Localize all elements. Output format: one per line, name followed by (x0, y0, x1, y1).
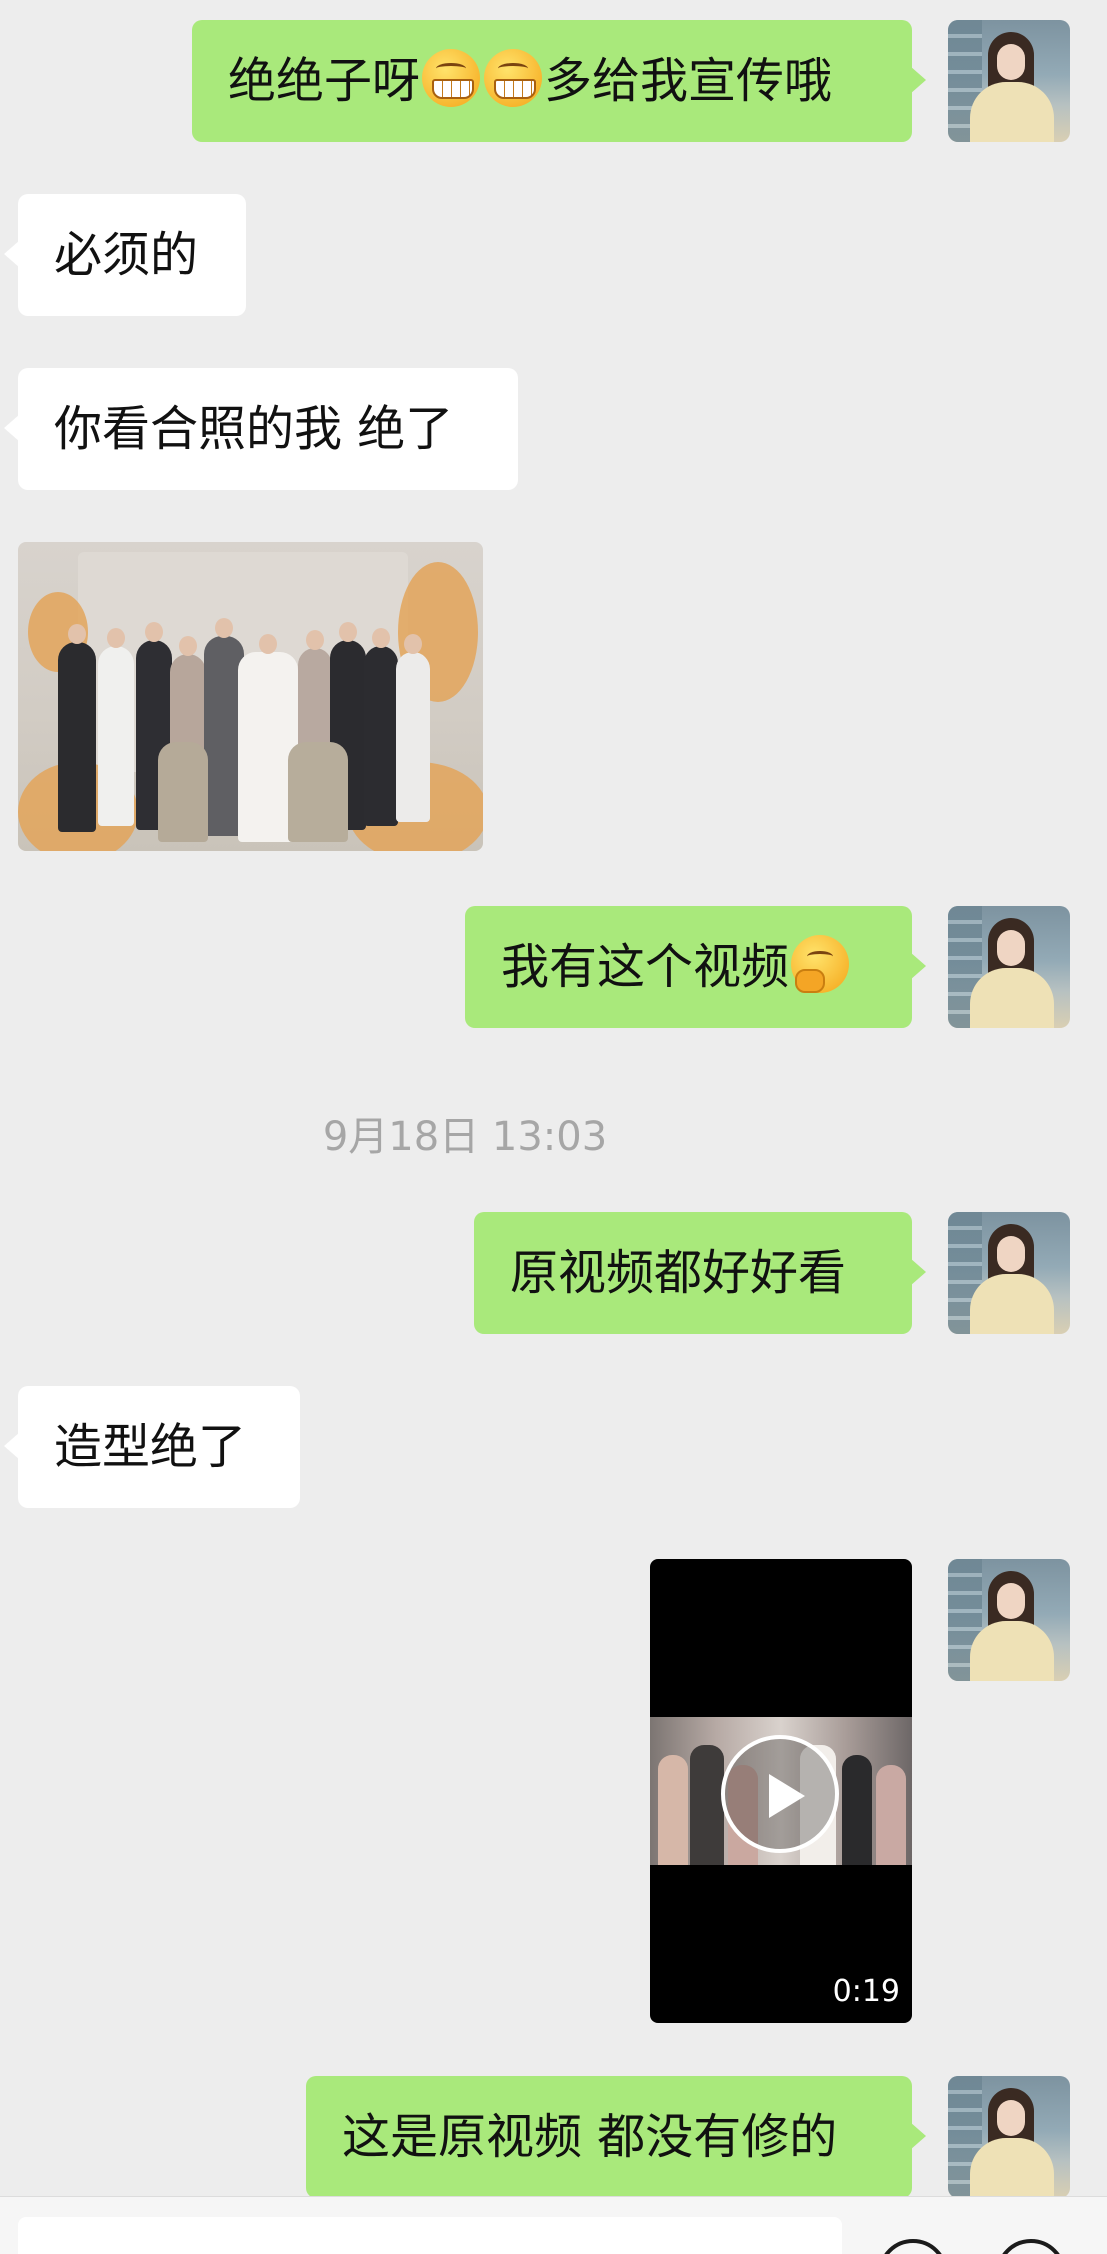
avatar[interactable] (948, 20, 1070, 142)
message-bubble-received[interactable]: 你看合照的我 绝了 (4, 368, 518, 490)
thinking-face-emoji-icon (791, 935, 850, 993)
message-bubble-sent[interactable]: 绝绝子呀 多给我宣传哦 (192, 20, 926, 142)
video-duration: 0:19 (832, 1974, 900, 2009)
avatar[interactable] (948, 1559, 1070, 1681)
video-message[interactable]: 0:19 (650, 1559, 912, 2023)
play-icon[interactable] (721, 1735, 839, 1853)
message-bubble-sent[interactable]: 我有这个视频 (465, 906, 926, 1028)
message-text: 造型绝了 (54, 1419, 247, 1475)
message-bubble-sent[interactable]: 原视频都好好看 (474, 1212, 926, 1334)
avatar[interactable] (948, 906, 1070, 1028)
message-text: 你看合照的我 绝了 (54, 401, 454, 457)
message-bubble-sent[interactable]: 这是原视频 都没有修的 (306, 2076, 926, 2198)
message-text: 必须的 (54, 227, 199, 283)
message-text: 绝绝子呀 (228, 53, 421, 109)
message-bubble-received[interactable]: 造型绝了 (4, 1386, 300, 1508)
message-text: 多给我宣传哦 (544, 53, 833, 109)
group-wedding-photo[interactable] (18, 542, 483, 851)
message-text: 我有这个视频 (501, 939, 790, 995)
grinning-face-emoji-icon (484, 49, 543, 107)
add-icon[interactable] (996, 2239, 1066, 2254)
grinning-face-emoji-icon (422, 49, 481, 107)
message-bubble-received[interactable]: 必须的 (4, 194, 246, 316)
chat-timestamp: 9月18日 13:03 (322, 1114, 608, 1160)
message-text: 原视频都好好看 (510, 1245, 847, 1301)
chat-input-bar (0, 2196, 1107, 2254)
emoji-icon[interactable] (878, 2239, 948, 2254)
avatar[interactable] (948, 1212, 1070, 1334)
message-input[interactable] (18, 2217, 842, 2254)
message-text: 这是原视频 都没有修的 (342, 2109, 838, 2165)
avatar[interactable] (948, 2076, 1070, 2198)
